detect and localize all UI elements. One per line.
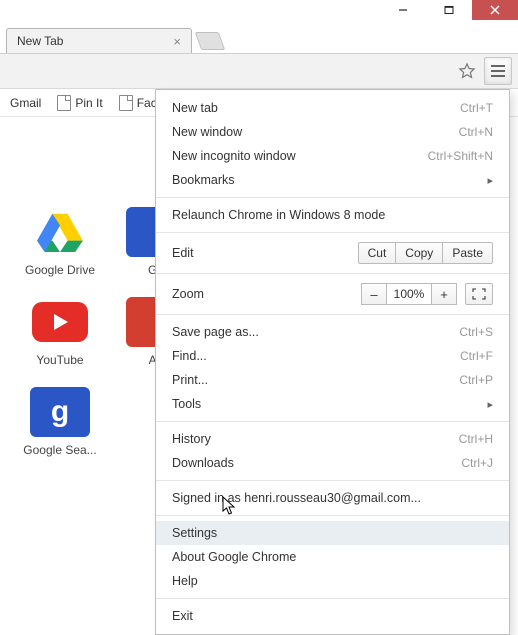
zoom-out-button[interactable]: – [361,283,387,305]
menu-separator [156,273,509,274]
menu-label: Help [172,574,493,588]
menu-label: History [172,432,459,446]
menu-label: Edit [172,246,194,260]
menu-shortcut: Ctrl+N [459,125,493,139]
tab-label: New Tab [17,34,63,48]
menu-label: Tools [172,397,479,411]
menu-item-bookmarks[interactable]: Bookmarks ▸ [156,168,509,192]
menu-shortcut: Ctrl+P [459,373,493,387]
bookmark-item[interactable]: Gmail [4,94,47,112]
cursor-icon [222,496,238,516]
menu-separator [156,197,509,198]
menu-item-save[interactable]: Save page as... Ctrl+S [156,320,509,344]
menu-item-downloads[interactable]: Downloads Ctrl+J [156,451,509,475]
google-search-icon: g [30,387,90,437]
bookmark-star-icon[interactable] [456,60,478,82]
window-maximize-button[interactable] [426,0,472,20]
menu-label: Exit [172,609,493,623]
menu-item-exit[interactable]: Exit [156,604,509,628]
menu-label: Settings [172,526,493,540]
browser-toolbar [0,53,518,89]
menu-item-incognito[interactable]: New incognito window Ctrl+Shift+N [156,144,509,168]
paste-button[interactable]: Paste [443,242,493,264]
menu-shortcut: Ctrl+F [460,349,493,363]
menu-label: Zoom [172,287,204,301]
site-thumbnail[interactable]: g Google Sea... [20,387,100,457]
menu-shortcut: Ctrl+S [459,325,493,339]
tab-strip: New Tab × [0,27,518,53]
menu-shortcut: Ctrl+Shift+N [428,149,493,163]
fullscreen-icon [472,288,486,300]
menu-label: New incognito window [172,149,428,163]
menu-label: About Google Chrome [172,550,493,564]
menu-item-find[interactable]: Find... Ctrl+F [156,344,509,368]
menu-label: Bookmarks [172,173,479,187]
cut-button[interactable]: Cut [358,242,397,264]
site-thumbnail[interactable]: Google Drive [20,207,100,277]
menu-button[interactable] [484,57,512,85]
menu-label: Signed in as henri.rousseau30@gmail.com.… [172,491,493,505]
menu-label: Find... [172,349,460,363]
bookmark-item[interactable]: Pin It [51,93,108,113]
new-tab-button[interactable] [195,32,226,50]
close-tab-icon[interactable]: × [173,34,181,49]
menu-row-zoom: Zoom – 100% + [156,279,509,309]
menu-item-help[interactable]: Help [156,569,509,593]
document-icon [57,95,71,111]
browser-tab[interactable]: New Tab × [6,28,192,53]
thumb-label: Google Sea... [20,443,100,457]
hamburger-line-icon [491,75,505,77]
menu-item-new-tab[interactable]: New tab Ctrl+T [156,96,509,120]
site-thumbnail[interactable]: YouTube [20,297,100,367]
youtube-icon [30,297,90,347]
menu-item-new-window[interactable]: New window Ctrl+N [156,120,509,144]
menu-label: Relaunch Chrome in Windows 8 mode [172,208,493,222]
menu-label: New tab [172,101,460,115]
google-drive-icon [30,207,90,257]
hamburger-line-icon [491,65,505,67]
submenu-arrow-icon: ▸ [479,174,493,187]
menu-separator [156,314,509,315]
menu-separator [156,480,509,481]
menu-label: Save page as... [172,325,459,339]
copy-button[interactable]: Copy [396,242,443,264]
window-minimize-button[interactable] [380,0,426,20]
window-titlebar [0,0,518,27]
document-icon [119,95,133,111]
menu-separator [156,421,509,422]
menu-row-edit: Edit Cut Copy Paste [156,238,509,268]
menu-item-tools[interactable]: Tools ▸ [156,392,509,416]
chrome-menu: New tab Ctrl+T New window Ctrl+N New inc… [155,89,510,635]
window-close-button[interactable] [472,0,518,20]
menu-item-print[interactable]: Print... Ctrl+P [156,368,509,392]
menu-item-about[interactable]: About Google Chrome [156,545,509,569]
menu-shortcut: Ctrl+T [460,101,493,115]
menu-separator [156,598,509,599]
menu-separator [156,232,509,233]
thumb-label: YouTube [20,353,100,367]
menu-separator [156,515,509,516]
menu-item-settings[interactable]: Settings [156,521,509,545]
menu-label: New window [172,125,459,139]
zoom-level: 100% [387,283,431,305]
menu-shortcut: Ctrl+J [461,456,493,470]
thumb-label: Google Drive [20,263,100,277]
menu-item-signed-in[interactable]: Signed in as henri.rousseau30@gmail.com.… [156,486,509,510]
menu-label: Downloads [172,456,461,470]
menu-item-relaunch[interactable]: Relaunch Chrome in Windows 8 mode [156,203,509,227]
menu-shortcut: Ctrl+H [459,432,493,446]
zoom-in-button[interactable]: + [431,283,457,305]
fullscreen-button[interactable] [465,283,493,305]
bookmark-label: Pin It [75,96,102,110]
hamburger-line-icon [491,70,505,72]
bookmark-label: Gmail [10,96,41,110]
menu-label: Print... [172,373,459,387]
submenu-arrow-icon: ▸ [479,398,493,411]
menu-item-history[interactable]: History Ctrl+H [156,427,509,451]
